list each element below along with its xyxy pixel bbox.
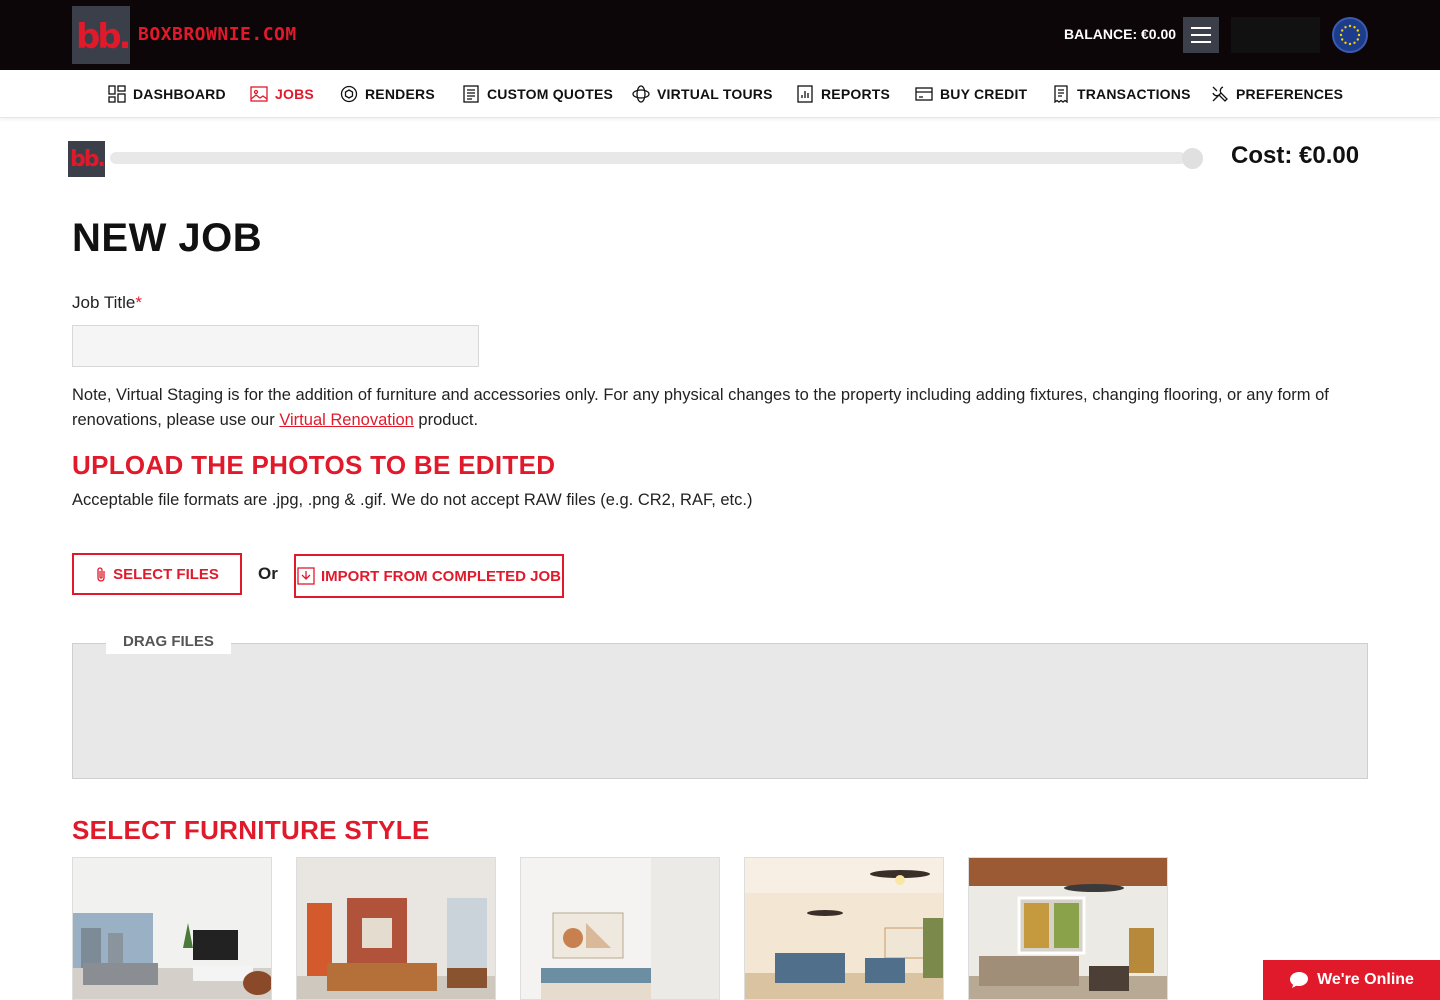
- import-completed-job-button[interactable]: IMPORT FROM COMPLETED JOB: [294, 554, 564, 598]
- furniture-style-option[interactable]: [72, 857, 272, 1000]
- file-formats-text: Acceptable file formats are .jpg, .png &…: [72, 491, 753, 509]
- select-files-button[interactable]: SELECT FILES: [72, 553, 242, 595]
- nav-label: PREFERENCES: [1236, 86, 1344, 102]
- download-icon: [297, 567, 315, 585]
- nav-label: VIRTUAL TOURS: [657, 86, 773, 102]
- drag-files-label: DRAG FILES: [106, 630, 231, 654]
- credit-card-icon: [915, 87, 933, 101]
- nav-item-buy-credit[interactable]: BUY CREDIT: [915, 84, 1027, 104]
- job-title-label: Job Title*: [72, 293, 142, 312]
- cube-icon: [340, 85, 358, 103]
- main-nav: DASHBOARD JOBS RENDERS CUSTOM QUOTES VIR…: [0, 70, 1440, 118]
- required-mark: *: [135, 293, 142, 312]
- furniture-style-option[interactable]: [744, 857, 944, 1000]
- staging-note: Note, Virtual Staging is for the additio…: [72, 386, 1329, 429]
- site-name[interactable]: BOXBROWNIE.COM: [138, 24, 297, 45]
- nav-label: RENDERS: [365, 86, 435, 102]
- furniture-style-option[interactable]: [296, 857, 496, 1000]
- job-title-input[interactable]: [72, 325, 479, 367]
- document-icon: [463, 85, 479, 103]
- page-title: NEW JOB: [72, 216, 263, 260]
- nav-item-transactions[interactable]: TRANSACTIONS: [1052, 84, 1191, 104]
- receipt-icon: [1054, 85, 1068, 103]
- nav-label: JOBS: [275, 86, 314, 102]
- furniture-style-option[interactable]: [968, 857, 1168, 1000]
- balance-display: BALANCE: €0.00: [1064, 26, 1177, 42]
- nav-item-reports[interactable]: REPORTS: [796, 84, 890, 104]
- virtual-renovation-link[interactable]: Virtual Renovation: [279, 411, 414, 429]
- progress-bar: [110, 152, 1186, 164]
- furniture-style-heading: SELECT FURNITURE STYLE: [72, 815, 430, 845]
- progress-knob: [1182, 148, 1203, 169]
- file-drop-zone[interactable]: [72, 643, 1368, 779]
- chat-widget-button[interactable]: We're Online: [1263, 960, 1440, 1000]
- tour-360-icon: [632, 85, 650, 103]
- nav-label: CUSTOM QUOTES: [487, 86, 614, 102]
- nav-item-jobs[interactable]: JOBS: [250, 84, 314, 104]
- paperclip-icon: [97, 567, 105, 582]
- nav-label: BUY CREDIT: [940, 86, 1028, 102]
- nav-item-virtual-tours[interactable]: VIRTUAL TOURS: [632, 84, 773, 104]
- logo-mark: bb.: [76, 17, 132, 57]
- account-button[interactable]: [1231, 17, 1320, 53]
- nav-item-dashboard[interactable]: DASHBOARD: [108, 84, 226, 104]
- brand-logo[interactable]: bb.: [72, 6, 132, 64]
- progress-logo: bb.: [68, 141, 106, 177]
- nav-label: REPORTS: [821, 86, 891, 102]
- dashboard-icon: [108, 85, 126, 103]
- progress-logo-mark: bb.: [70, 147, 106, 172]
- report-icon: [797, 85, 813, 103]
- chat-bubble-icon: [1290, 972, 1309, 988]
- tools-icon: [1212, 86, 1228, 102]
- furniture-style-option[interactable]: [520, 857, 720, 1000]
- nav-label: DASHBOARD: [133, 86, 226, 102]
- top-bar: bb. BOXBROWNIE.COM BALANCE: €0.00: [0, 0, 1440, 70]
- nav-item-custom-quotes[interactable]: CUSTOM QUOTES: [462, 84, 613, 104]
- eu-flag-icon[interactable]: [1332, 17, 1368, 53]
- image-icon: [250, 86, 268, 102]
- nav-label: TRANSACTIONS: [1077, 86, 1191, 102]
- menu-icon[interactable]: [1183, 17, 1219, 53]
- cost-display: Cost: €0.00: [1231, 142, 1360, 169]
- upload-heading: UPLOAD THE PHOTOS TO BE EDITED: [72, 450, 556, 480]
- nav-item-preferences[interactable]: PREFERENCES: [1211, 84, 1343, 104]
- or-text: Or: [258, 564, 278, 583]
- nav-item-renders[interactable]: RENDERS: [340, 84, 435, 104]
